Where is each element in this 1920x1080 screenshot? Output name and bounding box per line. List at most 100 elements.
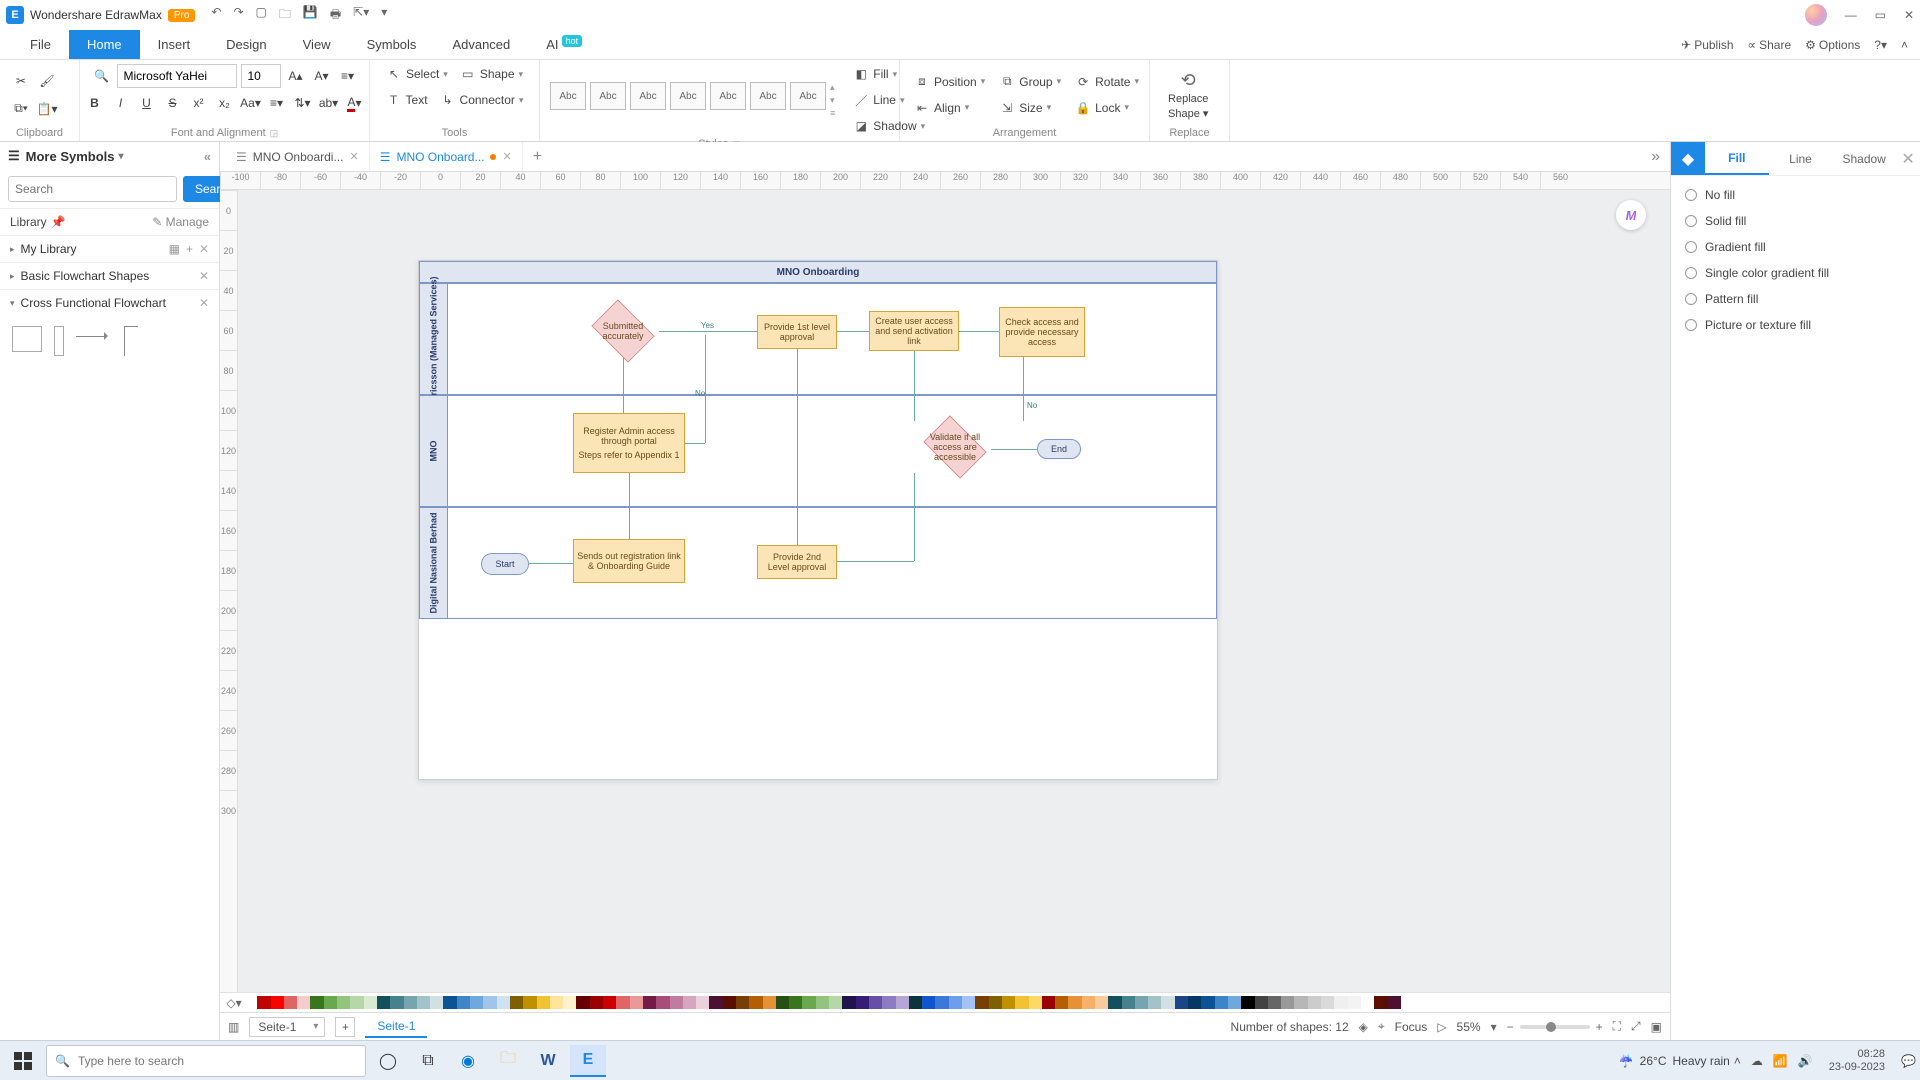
validate-decision[interactable]: Validate if all access are accessible	[919, 421, 991, 473]
color-swatch[interactable]	[1215, 996, 1228, 1009]
collapse-ribbon-icon[interactable]: ˄	[1901, 38, 1908, 52]
style-swatch[interactable]: Abc	[710, 82, 746, 110]
color-swatch[interactable]	[763, 996, 776, 1009]
swimlane-title[interactable]: MNO Onboarding	[419, 261, 1217, 283]
zoom-value[interactable]: 55%	[1457, 1020, 1481, 1034]
color-swatch[interactable]	[1255, 996, 1268, 1009]
separator-shape[interactable]	[76, 326, 112, 346]
color-swatch[interactable]	[284, 996, 297, 1009]
color-swatch[interactable]	[670, 996, 683, 1009]
cross-functional-category[interactable]: ▾Cross Functional Flowchart✕	[0, 289, 219, 316]
close-icon[interactable]: ✕	[1904, 8, 1914, 22]
color-swatch[interactable]	[749, 996, 762, 1009]
share-button[interactable]: ∝ Share	[1748, 38, 1792, 52]
presentation-icon[interactable]: ▷	[1437, 1020, 1446, 1034]
tab-home[interactable]: Home	[69, 30, 140, 59]
connector[interactable]	[623, 357, 624, 413]
lib-add-icon[interactable]: +	[186, 242, 193, 256]
edge-icon[interactable]: ◉	[450, 1045, 486, 1077]
color-swatch[interactable]	[244, 996, 257, 1009]
swimlane-shape[interactable]	[12, 326, 42, 352]
color-swatch[interactable]	[510, 996, 523, 1009]
connector[interactable]	[837, 561, 914, 562]
new-icon[interactable]: ▢	[256, 5, 267, 26]
color-swatch[interactable]	[1348, 996, 1361, 1009]
color-swatch[interactable]	[909, 996, 922, 1009]
color-swatch[interactable]	[935, 996, 948, 1009]
cut-icon[interactable]: ✂	[10, 70, 32, 92]
add-page-button[interactable]: +	[335, 1017, 355, 1037]
create-process[interactable]: Create user access and send activation l…	[869, 311, 959, 351]
color-picker-icon[interactable]: ◇▾	[224, 996, 244, 1010]
edrawmax-taskbar-icon[interactable]: E	[570, 1045, 606, 1077]
color-swatch[interactable]	[483, 996, 496, 1009]
tab-close-icon[interactable]: ✕	[349, 150, 358, 163]
color-swatch[interactable]	[696, 996, 709, 1009]
tab-file[interactable]: File	[12, 30, 69, 59]
color-swatch[interactable]	[962, 996, 975, 1009]
color-swatch[interactable]	[989, 996, 1002, 1009]
case-icon[interactable]: Aa▾	[240, 92, 262, 114]
fill-option-pattern[interactable]: Pattern fill	[1685, 292, 1906, 306]
connector[interactable]	[797, 349, 798, 545]
color-swatch[interactable]	[297, 996, 310, 1009]
clock[interactable]: 08:28 23-09-2023	[1823, 1048, 1891, 1072]
underline-button[interactable]: U	[136, 92, 158, 114]
word-icon[interactable]: W	[530, 1045, 566, 1077]
export-icon[interactable]: ⇱▾	[353, 5, 369, 26]
color-swatch[interactable]	[443, 996, 456, 1009]
color-swatch[interactable]	[975, 996, 988, 1009]
color-swatch[interactable]	[1135, 996, 1148, 1009]
tab-insert[interactable]: Insert	[140, 30, 209, 59]
color-swatch[interactable]	[390, 996, 403, 1009]
zoom-in-icon[interactable]: +	[1596, 1020, 1603, 1034]
color-swatch[interactable]	[1042, 996, 1055, 1009]
right-panel-toggle-icon[interactable]: »	[1641, 142, 1670, 171]
style-swatch[interactable]: Abc	[550, 82, 586, 110]
style-gallery[interactable]: Abc Abc Abc Abc Abc Abc Abc ▴▾≡	[550, 82, 835, 118]
cat-close-icon[interactable]: ✕	[199, 296, 209, 310]
color-swatch[interactable]	[869, 996, 882, 1009]
color-swatch[interactable]	[1029, 996, 1042, 1009]
qat-more-icon[interactable]: ▾	[381, 5, 387, 26]
color-swatch[interactable]	[1002, 996, 1015, 1009]
manage-link[interactable]: ✎ Manage	[152, 215, 209, 229]
color-swatch[interactable]	[310, 996, 323, 1009]
style-swatch[interactable]: Abc	[590, 82, 626, 110]
connector[interactable]	[659, 331, 757, 332]
align-para-icon[interactable]: ≡▾	[337, 65, 359, 87]
canvas[interactable]: M MNO Onboarding Ericsson (Managed Servi…	[238, 190, 1670, 992]
color-swatch[interactable]	[1361, 996, 1374, 1009]
hamburger-icon[interactable]: ☰	[8, 148, 20, 164]
color-swatch[interactable]	[882, 996, 895, 1009]
align-button[interactable]: ⇤Align▾	[910, 98, 989, 118]
tab-close-icon[interactable]: ✕	[502, 150, 511, 163]
color-swatch[interactable]	[350, 996, 363, 1009]
color-swatch[interactable]	[1175, 996, 1188, 1009]
weather-widget[interactable]: ☔ 26°C Heavy rain	[1619, 1054, 1730, 1068]
color-swatch[interactable]	[1068, 996, 1081, 1009]
color-swatch[interactable]	[630, 996, 643, 1009]
connector-tool[interactable]: ↳Connector▾	[436, 90, 528, 110]
collapse-panel-icon[interactable]: «	[204, 149, 211, 164]
color-swatch[interactable]	[1055, 996, 1068, 1009]
wifi-icon[interactable]: 📶	[1773, 1054, 1788, 1068]
color-swatch[interactable]	[1374, 996, 1387, 1009]
lib-close-icon[interactable]: ✕	[199, 242, 209, 256]
color-swatch[interactable]	[1281, 996, 1294, 1009]
color-swatch[interactable]	[736, 996, 749, 1009]
fill-option-solid[interactable]: Solid fill	[1685, 214, 1906, 228]
connector[interactable]	[685, 443, 705, 444]
color-swatch[interactable]	[949, 996, 962, 1009]
color-swatch[interactable]	[1241, 996, 1254, 1009]
color-swatch[interactable]	[802, 996, 815, 1009]
size-button[interactable]: ⇲Size▾	[995, 98, 1065, 118]
lane-2-label[interactable]: MNO	[420, 396, 448, 506]
publish-button[interactable]: ✈ Publish	[1681, 38, 1733, 52]
start-button[interactable]	[4, 1045, 42, 1077]
grow-font-icon[interactable]: A▴	[285, 65, 307, 87]
color-swatch[interactable]	[324, 996, 337, 1009]
save-icon[interactable]: 💾	[303, 5, 318, 26]
shrink-font-icon[interactable]: A▾	[311, 65, 333, 87]
symbol-search-input[interactable]	[8, 176, 177, 202]
